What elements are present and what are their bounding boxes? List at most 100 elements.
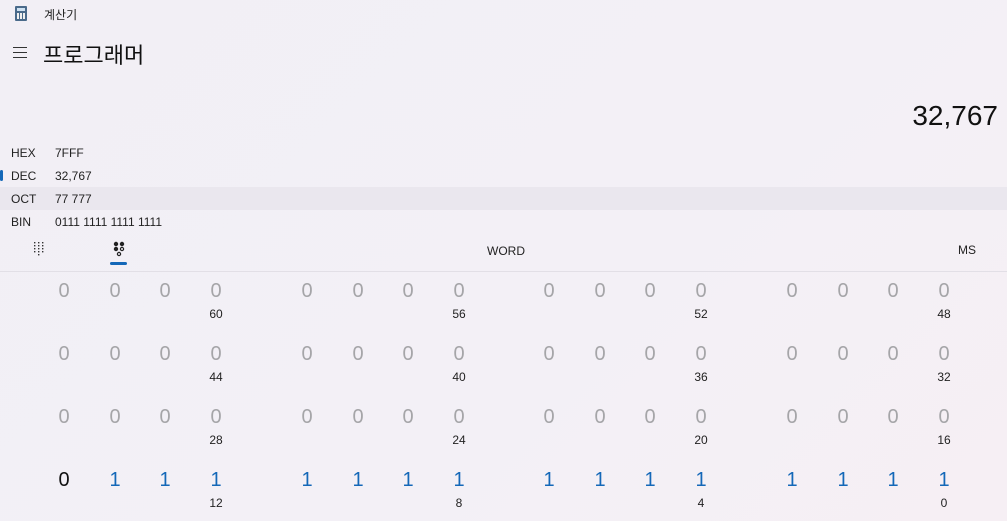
bit-toggle[interactable]: 0: [777, 343, 807, 366]
bit-toggle[interactable]: 0: [343, 280, 373, 303]
bit-toggle[interactable]: 1: [929, 469, 959, 492]
bit-toggle[interactable]: 0: [777, 280, 807, 303]
bit-toggle[interactable]: 1: [201, 469, 231, 492]
calculator-icon: [15, 6, 27, 21]
radix-label: OCT: [11, 192, 37, 206]
bit-position-label: 60: [209, 307, 223, 321]
bit-toggle[interactable]: 0: [393, 280, 423, 303]
word-size-button[interactable]: WORD: [487, 244, 525, 258]
full-keypad-button[interactable]: [30, 240, 48, 258]
bit-toggle[interactable]: 1: [585, 469, 615, 492]
bit-toggle[interactable]: 1: [878, 469, 908, 492]
radix-hex-row[interactable]: HEX 7FFF: [0, 141, 1007, 164]
bit-toggle[interactable]: 0: [49, 343, 79, 366]
bit-position-label: 40: [452, 370, 466, 384]
bit-toggle[interactable]: 0: [828, 280, 858, 303]
bit-toggle[interactable]: 0: [585, 343, 615, 366]
bit-toggle[interactable]: 1: [686, 469, 716, 492]
result-display: 32,767: [912, 100, 998, 131]
bit-toggle[interactable]: 0: [150, 343, 180, 366]
bit-toggle[interactable]: 0: [444, 280, 474, 303]
bit-position-label: 36: [694, 370, 708, 384]
bit-position-label: 24: [452, 433, 466, 447]
bit-toggle[interactable]: 0: [686, 406, 716, 429]
bit-position-label: 0: [940, 496, 948, 510]
bit-toggle[interactable]: 0: [878, 343, 908, 366]
bit-toggle[interactable]: 1: [150, 469, 180, 492]
radix-label: BIN: [11, 215, 32, 229]
bit-position-label: 28: [209, 433, 223, 447]
radix-value: 32,767: [55, 169, 92, 183]
selected-indicator: [0, 170, 3, 181]
bit-toggle[interactable]: 0: [100, 280, 130, 303]
bit-toggle[interactable]: 0: [393, 406, 423, 429]
radix-value: 0111 1111 1111 1111: [55, 215, 162, 229]
bit-toggle[interactable]: 1: [777, 469, 807, 492]
bit-toggle[interactable]: 0: [393, 343, 423, 366]
bit-toggle[interactable]: 0: [929, 406, 959, 429]
bit-toggle[interactable]: 0: [686, 343, 716, 366]
bit-toggle[interactable]: 0: [49, 406, 79, 429]
radix-bin-row[interactable]: BIN 0111 1111 1111 1111: [0, 210, 1007, 233]
menu-button[interactable]: [10, 42, 30, 62]
bit-toggle[interactable]: 0: [150, 406, 180, 429]
radix-dec-row[interactable]: DEC 32,767: [0, 164, 1007, 187]
bit-toggle[interactable]: 0: [828, 343, 858, 366]
bit-toggle[interactable]: 0: [49, 469, 79, 492]
bit-toggle[interactable]: 0: [444, 343, 474, 366]
bit-toggle[interactable]: 0: [878, 280, 908, 303]
bit-toggle[interactable]: 0: [201, 343, 231, 366]
bit-toggle[interactable]: 0: [534, 406, 564, 429]
bit-toggle[interactable]: 0: [444, 406, 474, 429]
radix-value: 77 777: [55, 192, 92, 206]
bit-toggle[interactable]: 1: [828, 469, 858, 492]
bit-position-label: 44: [209, 370, 223, 384]
bit-toggle[interactable]: 0: [49, 280, 79, 303]
radix-value: 7FFF: [55, 146, 84, 160]
bit-position-label: 48: [937, 307, 951, 321]
bit-toggle[interactable]: 0: [635, 343, 665, 366]
bit-toggle[interactable]: 0: [635, 280, 665, 303]
bit-toggle[interactable]: 0: [292, 343, 322, 366]
bit-toggle[interactable]: 0: [585, 406, 615, 429]
bit-toggle[interactable]: 0: [100, 406, 130, 429]
bit-toggle[interactable]: 0: [201, 280, 231, 303]
bit-toggle[interactable]: 0: [534, 343, 564, 366]
bit-toggle[interactable]: 0: [585, 280, 615, 303]
title-bar: 계산기: [0, 0, 1007, 28]
bit-toggle[interactable]: 0: [828, 406, 858, 429]
bit-position-label: 12: [209, 496, 223, 510]
bit-toggle[interactable]: 1: [100, 469, 130, 492]
bit-position-label: 20: [694, 433, 708, 447]
bit-toggle[interactable]: 0: [929, 280, 959, 303]
radix-oct-row[interactable]: OCT 77 777: [0, 187, 1007, 210]
bit-toggle[interactable]: 0: [635, 406, 665, 429]
bit-toggle[interactable]: 0: [686, 280, 716, 303]
bit-toggle[interactable]: 0: [292, 406, 322, 429]
bit-toggle[interactable]: 1: [393, 469, 423, 492]
bit-position-label: 4: [697, 496, 705, 510]
bit-toggle[interactable]: 0: [929, 343, 959, 366]
bit-toggle-button[interactable]: [110, 240, 128, 266]
bit-toggle[interactable]: 0: [343, 343, 373, 366]
bit-toggle[interactable]: 1: [534, 469, 564, 492]
bit-toggle[interactable]: 1: [444, 469, 474, 492]
radix-label: HEX: [11, 146, 36, 160]
bit-toggle[interactable]: 0: [100, 343, 130, 366]
bit-position-label: 52: [694, 307, 708, 321]
bit-toggle[interactable]: 1: [343, 469, 373, 492]
bit-toggle[interactable]: 0: [534, 280, 564, 303]
bit-toggle[interactable]: 0: [777, 406, 807, 429]
memory-store-button[interactable]: MS: [958, 243, 976, 257]
bit-toggle[interactable]: 0: [343, 406, 373, 429]
bit-toggle[interactable]: 1: [635, 469, 665, 492]
bit-position-label: 16: [937, 433, 951, 447]
bit-toggle[interactable]: 0: [150, 280, 180, 303]
bit-toggle[interactable]: 1: [292, 469, 322, 492]
bit-position-label: 8: [455, 496, 463, 510]
bit-toggle[interactable]: 0: [878, 406, 908, 429]
bit-toggle[interactable]: 0: [201, 406, 231, 429]
radix-label: DEC: [11, 169, 37, 183]
divider: [0, 271, 1007, 272]
bit-toggle[interactable]: 0: [292, 280, 322, 303]
